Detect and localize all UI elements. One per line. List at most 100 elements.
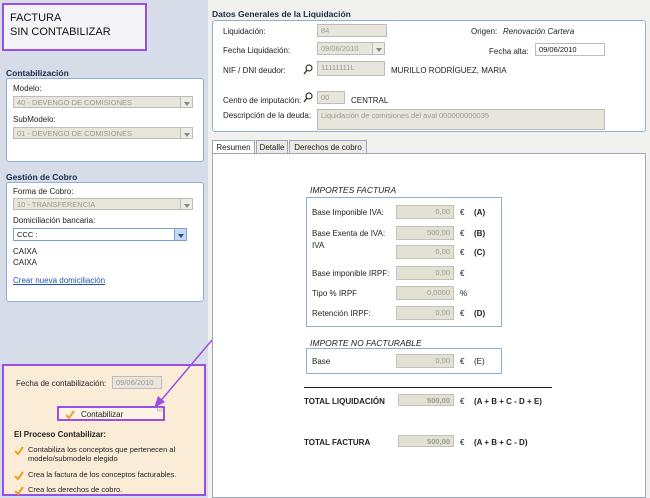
no-facturable-label: Base — [312, 357, 331, 366]
importe-label: IVA — [312, 241, 325, 250]
contabilizar-label: Contabilizar — [81, 410, 124, 419]
chevron-down-icon[interactable] — [180, 128, 192, 138]
nif-name: MURILLO RODRÍGUEZ, MARIA — [391, 66, 507, 75]
importe-unit: € — [460, 309, 465, 318]
total-factura-unit: € — [460, 438, 465, 447]
contabilizacion-title: Contabilización — [6, 68, 69, 78]
importe-label: Base Exenta de IVA: — [312, 229, 386, 238]
modelo-value: 40 - DEVENGO DE COMISIONES — [17, 98, 133, 107]
submodelo-select[interactable]: 01 - DEVENGO DE COMISIONES — [13, 127, 193, 139]
no-facturable-code: (E) — [474, 357, 485, 366]
forma-select[interactable]: 10 - TRANSFERENCIA — [13, 198, 193, 210]
no-facturable-field[interactable]: 0,00 — [396, 354, 454, 368]
modelo-select[interactable]: 40 - DEVENGO DE COMISIONES — [13, 96, 193, 108]
datos-group: Liquidación: 84 Origen: Renovación Carte… — [212, 20, 646, 132]
proceso-step-2: Crea la factura de los conceptos factura… — [28, 470, 177, 479]
submodelo-value: 01 - DEVENGO DE COMISIONES — [17, 129, 133, 138]
submodelo-label: SubModelo: — [13, 115, 56, 124]
bank-line-2: CAIXA — [13, 258, 38, 267]
status-line-2: SIN CONTABILIZAR — [10, 26, 111, 38]
crear-domiciliacion-link[interactable]: Crear nueva domiciliación — [13, 276, 105, 285]
importe-unit: % — [460, 289, 468, 298]
importe-code: (C) — [474, 248, 486, 257]
total-liquidacion-field: 500,00 — [398, 394, 454, 406]
tab-bar: Resumen Detalle Derechos de cobro — [212, 140, 646, 155]
proceso-title: El Proceso Contabilizar: — [14, 430, 107, 439]
fecha-contab-label: Fecha de contabilización: — [16, 379, 107, 388]
fecha-liq-label: Fecha Liquidación: — [223, 46, 291, 55]
importe-unit: € — [460, 208, 465, 217]
importe-label: Base Imponible IVA: — [312, 208, 384, 217]
importe-field[interactable]: 0,00 — [396, 306, 454, 320]
importe-field[interactable]: 0,00 — [396, 245, 454, 259]
liquidacion-field[interactable]: 84 — [317, 24, 387, 37]
forma-value: 10 - TRANSFERENCIA — [17, 200, 96, 209]
importe-code: (D) — [474, 309, 486, 318]
proceso-step-3: Crea los derechos de cobro. — [28, 485, 123, 494]
total-liquidacion-formula: (A + B + C - D + E) — [474, 397, 542, 406]
importe-unit: € — [460, 229, 465, 238]
annotation-arrow — [154, 339, 213, 408]
centro-label: Centro de imputación: — [223, 96, 302, 105]
forma-label: Forma de Cobro: — [13, 187, 74, 196]
totals-divider — [304, 387, 552, 388]
importe-label: Base imponible IRPF: — [312, 269, 390, 278]
search-icon[interactable] — [303, 64, 313, 75]
modelo-label: Modelo: — [13, 84, 42, 93]
proceso-step-1: Contabiliza los conceptos que pertenecen… — [28, 445, 176, 463]
importe-code: (A) — [474, 208, 486, 217]
check-icon — [14, 446, 24, 455]
importe-unit: € — [460, 248, 465, 257]
status-line-1: FACTURA — [10, 12, 62, 24]
check-icon — [14, 486, 24, 495]
datos-title: Datos Generales de la Liquidación — [212, 9, 351, 19]
gestion-title: Gestión de Cobro — [6, 172, 78, 182]
chevron-down-icon[interactable] — [174, 229, 186, 240]
importe-unit: € — [460, 269, 465, 278]
centro-name: CENTRAL — [351, 96, 389, 105]
importe-label: Tipo % IRPF — [312, 289, 358, 298]
importe-label: Retención IRPF: — [312, 309, 371, 318]
total-factura-formula: (A + B + C - D) — [474, 438, 528, 447]
tab-detalle[interactable]: Detalle — [256, 140, 288, 154]
domiciliacion-value: CCC : — [17, 230, 38, 239]
importe-code: (B) — [474, 229, 486, 238]
chevron-down-icon[interactable] — [180, 199, 192, 209]
chevron-down-icon[interactable] — [180, 97, 192, 107]
factura-status-box: FACTURA SIN CONTABILIZAR — [2, 3, 147, 51]
total-factura-field: 500,00 — [398, 435, 454, 447]
domiciliacion-select[interactable]: CCC : — [13, 228, 187, 241]
origen-value: Renovación Cartera — [503, 27, 575, 36]
chevron-down-icon[interactable] — [372, 43, 384, 54]
no-facturable-unit: € — [460, 357, 465, 366]
domiciliacion-label: Domiciliación bancaria: — [13, 216, 96, 225]
tab-derechos-cobro[interactable]: Derechos de cobro — [289, 140, 367, 154]
total-factura-label: TOTAL FACTURA — [304, 438, 371, 447]
importe-field[interactable]: 500,00 — [396, 226, 454, 240]
search-icon[interactable] — [303, 92, 313, 103]
descripcion-label: Descripción de la deuda: — [223, 111, 312, 120]
check-icon — [14, 471, 24, 480]
fecha-alta-label: Fecha alta: — [489, 47, 529, 56]
fecha-liq-field[interactable]: 09/06/2010 — [317, 42, 385, 55]
gestion-group: Forma de Cobro: 10 - TRANSFERENCIA Domic… — [6, 182, 204, 302]
centro-field[interactable]: 00 — [317, 91, 345, 104]
fecha-liq-value: 09/06/2010 — [321, 44, 359, 53]
contabilizar-button[interactable]: Contabilizar ⊡ — [57, 406, 165, 421]
bank-line-1: CAIXA — [13, 247, 38, 256]
liquidacion-label: Liquidación: — [223, 27, 266, 36]
origen-label: Origen: — [471, 27, 498, 36]
fecha-alta-field[interactable]: 09/06/2010 — [535, 43, 605, 56]
importe-field[interactable]: 0,00 — [396, 205, 454, 219]
importe-field[interactable]: 0,0000 — [396, 286, 454, 300]
total-liquidacion-label: TOTAL LIQUIDACIÓN — [304, 397, 385, 406]
nif-label: NIF / DNI deudor: — [223, 66, 286, 75]
check-icon — [65, 410, 75, 419]
importes-title: IMPORTES FACTURA — [310, 185, 397, 195]
nif-field[interactable]: 11111111L — [317, 61, 385, 76]
total-liquidacion-unit: € — [460, 397, 465, 406]
importe-field[interactable]: 0,00 — [396, 266, 454, 280]
descripcion-field[interactable]: Liquidación de comisiones del aval 00000… — [317, 109, 605, 130]
contabilizacion-group: Modelo: 40 - DEVENGO DE COMISIONES SubMo… — [6, 78, 204, 162]
no-facturable-title: IMPORTE NO FACTURABLE — [310, 338, 422, 348]
